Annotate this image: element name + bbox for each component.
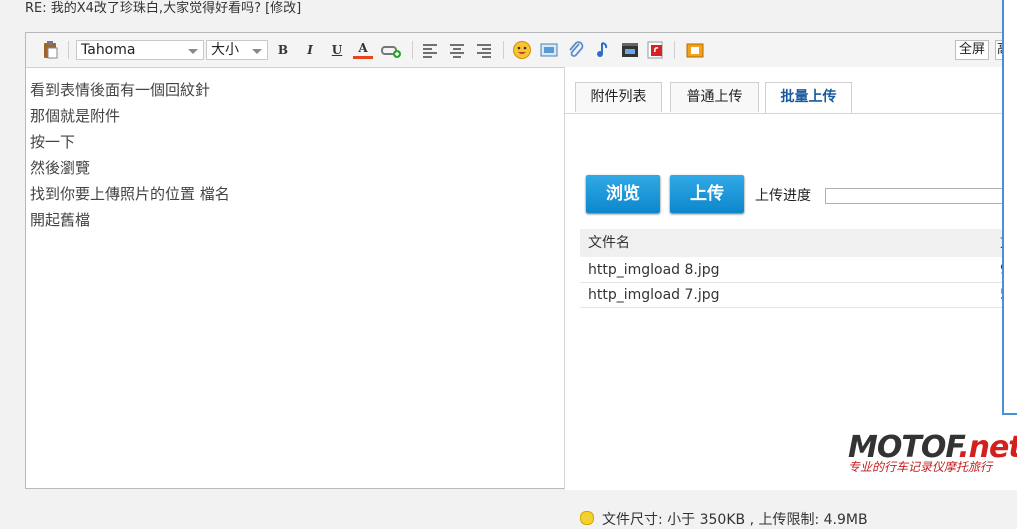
upload-limit-text: 文件尺寸: 小于 350KB , 上传限制: 4.9MB (602, 512, 868, 528)
file-table-header: 文件名 文 (580, 229, 1017, 257)
link-icon[interactable] (380, 40, 402, 60)
lightbulb-icon (580, 511, 594, 525)
content-line: 看到表情後面有一個回紋針 (30, 81, 211, 99)
column-filename: 文件名 (588, 235, 630, 251)
progress-label: 上传进度 (755, 188, 811, 204)
font-family-select[interactable]: Tahoma (76, 40, 204, 60)
image-icon[interactable] (539, 40, 559, 60)
side-window-edge[interactable] (1002, 0, 1017, 415)
attachment-icon[interactable] (566, 40, 586, 60)
chevron-down-icon (188, 49, 198, 54)
clipboard-icon[interactable] (40, 40, 60, 60)
upload-progress-bar (825, 188, 1017, 204)
table-row[interactable]: http_imgload 8.jpg 9 (580, 258, 1017, 283)
upload-button[interactable]: 上传 (670, 175, 744, 213)
content-line: 然後瀏覽 (30, 159, 91, 177)
upload-limit-note: 文件尺寸: 小于 350KB , 上传限制: 4.9MB (580, 509, 868, 529)
align-left-icon[interactable] (420, 40, 440, 60)
upload-panel: 附件列表 普通上传 批量上传 浏览 上传 上传进度 文件名 文 http_img… (564, 67, 1017, 528)
bold-button[interactable]: B (273, 40, 293, 60)
underline-button[interactable]: U (327, 40, 347, 60)
tab-batch-upload[interactable]: 批量上传 (765, 82, 852, 113)
flash-icon[interactable] (645, 40, 665, 60)
table-row[interactable]: http_imgload 7.jpg 5 (580, 283, 1017, 308)
content-line: 那個就是附件 (30, 107, 121, 125)
smiley-icon[interactable] (512, 40, 532, 60)
watermark-tagline: 专业的行车记录仪摩托旅行 (848, 460, 993, 474)
post-title: RE: 我的X4改了珍珠白,大家觉得好看吗? [修改] (25, 1, 302, 16)
tab-attachment-list[interactable]: 附件列表 (575, 82, 662, 112)
browse-button[interactable]: 浏览 (586, 175, 660, 213)
fullscreen-button[interactable]: 全屏 (955, 40, 990, 60)
font-family-value: Tahoma (81, 42, 136, 58)
content-line: 開起舊檔 (30, 211, 91, 229)
content-line: 按一下 (30, 133, 76, 151)
rich-text-editor: Tahoma 大小 B I U A 全屏 看到表情後面有一個回紋針 那個就是附件… (25, 32, 1017, 528)
code-icon[interactable] (684, 40, 706, 60)
video-icon[interactable] (620, 40, 640, 60)
font-size-value: 大小 (211, 42, 239, 58)
content-line: 找到你要上傳照片的位置 檔名 (30, 185, 230, 203)
font-color-button[interactable]: A (353, 40, 373, 59)
upload-tabs: 附件列表 普通上传 批量上传 (565, 67, 1017, 114)
file-name: http_imgload 7.jpg (588, 287, 720, 303)
music-icon[interactable] (593, 40, 613, 60)
font-size-select[interactable]: 大小 (206, 40, 268, 60)
align-right-icon[interactable] (474, 40, 494, 60)
editor-toolbar: Tahoma 大小 B I U A 全屏 (26, 33, 1016, 68)
editor-content[interactable]: 看到表情後面有一個回紋針 那個就是附件 按一下 然後瀏覽 找到你要上傳照片的位置… (30, 77, 230, 233)
align-center-icon[interactable] (447, 40, 467, 60)
italic-button[interactable]: I (300, 40, 320, 60)
chevron-down-icon (252, 49, 262, 54)
file-name: http_imgload 8.jpg (588, 262, 720, 278)
tab-normal-upload[interactable]: 普通上传 (670, 82, 759, 112)
